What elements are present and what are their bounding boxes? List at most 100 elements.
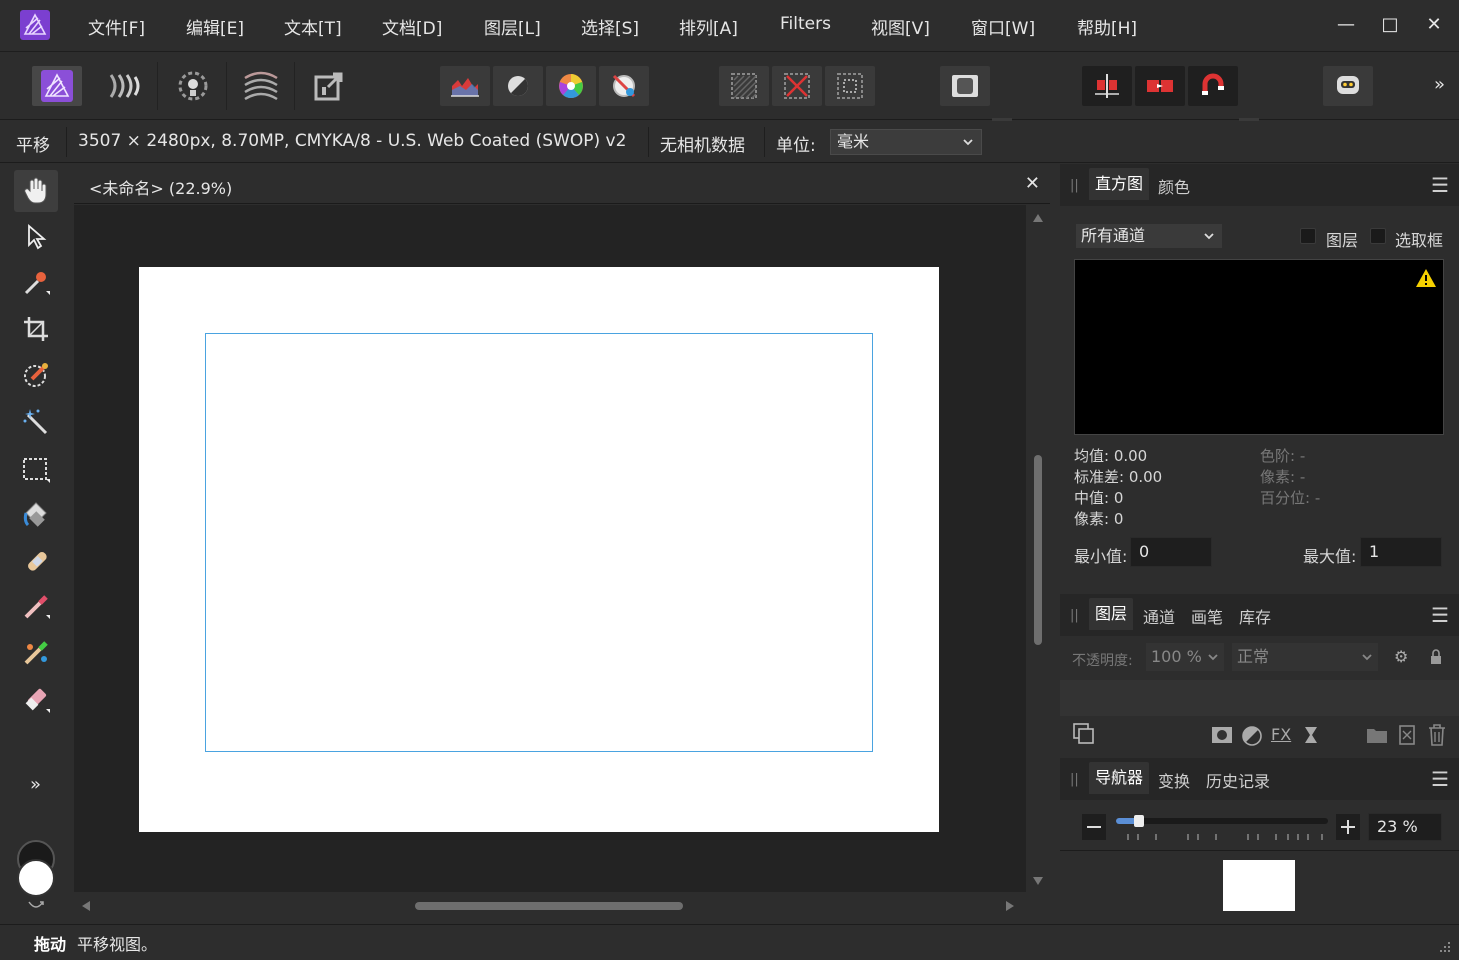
tab-channels[interactable]: 通道	[1143, 604, 1175, 628]
menu-layer[interactable]: 图层[L]	[484, 14, 541, 39]
toolbar-overflow-button[interactable]: »	[1434, 74, 1445, 95]
assistant-button[interactable]	[1323, 66, 1373, 106]
align-button[interactable]	[1082, 66, 1132, 106]
document-tab[interactable]: <未命名> (22.9%) ✕	[74, 166, 1050, 204]
canvas-area[interactable]	[74, 205, 1026, 892]
secondary-color-swatch[interactable]	[17, 859, 55, 897]
navigator-preview[interactable]	[1223, 860, 1295, 911]
close-document-button[interactable]: ✕	[1025, 173, 1040, 194]
tab-brushes[interactable]: 画笔	[1191, 604, 1223, 628]
levels-button[interactable]	[440, 66, 490, 106]
rectangular-marquee-tool[interactable]	[14, 448, 58, 490]
zoom-slider-thumb[interactable]	[1134, 815, 1144, 827]
panel-menu-icon[interactable]: ☰	[1431, 767, 1449, 791]
horizontal-scrollbar[interactable]	[74, 892, 1026, 920]
snapping-button[interactable]	[1188, 66, 1238, 106]
deselect-button[interactable]	[772, 66, 822, 106]
move-tool[interactable]	[14, 216, 58, 258]
blend-mode-select[interactable]: 正常	[1232, 643, 1378, 671]
view-tool[interactable]	[14, 170, 58, 212]
panel-menu-icon[interactable]: ☰	[1431, 603, 1449, 627]
menu-edit[interactable]: 编辑[E]	[186, 14, 244, 39]
menu-select[interactable]: 选择[S]	[581, 14, 639, 39]
marquee-checkbox[interactable]	[1370, 228, 1386, 244]
menu-text[interactable]: 文本[T]	[284, 14, 342, 39]
panel-menu-icon[interactable]: ☰	[1431, 173, 1449, 197]
tab-stock[interactable]: 库存	[1239, 604, 1271, 628]
white-balance-button[interactable]	[599, 66, 649, 106]
swap-colors-icon[interactable]	[26, 900, 46, 912]
zoom-out-button[interactable]	[1082, 814, 1106, 840]
horizontal-scroll-thumb[interactable]	[415, 902, 683, 910]
tab-layers[interactable]: 图层	[1089, 598, 1134, 630]
flood-fill-tool[interactable]	[14, 494, 58, 536]
opacity-select[interactable]: 100 %	[1146, 643, 1224, 671]
color-balance-button[interactable]	[546, 66, 596, 106]
live-filter-icon[interactable]	[1304, 726, 1318, 744]
gear-icon[interactable]: ⚙	[1394, 647, 1408, 666]
affinity-photo-logo-icon[interactable]	[20, 10, 50, 40]
menu-window[interactable]: 窗口[W]	[971, 14, 1035, 39]
more-tools-button[interactable]: »	[30, 774, 41, 795]
panel-grip-icon[interactable]: ||	[1070, 772, 1079, 787]
zoom-value-input[interactable]: 23 %	[1368, 813, 1442, 841]
layers-list[interactable]	[1060, 680, 1459, 716]
develop-persona-button[interactable]	[168, 66, 218, 106]
selection-brush-tool[interactable]	[14, 354, 58, 396]
layers-panel-header: || 图层 通道 画笔 库存 ☰	[1060, 594, 1459, 636]
export-persona-button[interactable]	[304, 66, 354, 106]
paint-brush-tool[interactable]	[14, 586, 58, 628]
layer-thumbnail-options-icon[interactable]	[1072, 722, 1096, 746]
adjustment-layer-icon[interactable]	[1241, 725, 1263, 747]
crop-tool[interactable]	[14, 308, 58, 350]
menu-view[interactable]: 视图[V]	[871, 14, 930, 39]
tab-color[interactable]: 颜色	[1158, 174, 1190, 198]
healing-brush-tool[interactable]	[14, 540, 58, 582]
quick-mask-button[interactable]	[940, 66, 990, 106]
assistant-options-button[interactable]	[1135, 66, 1185, 106]
flood-select-tool[interactable]	[14, 400, 58, 442]
zoom-slider-track[interactable]	[1116, 815, 1328, 827]
photo-persona-button[interactable]	[32, 66, 82, 106]
menu-help[interactable]: 帮助[H]	[1077, 14, 1137, 39]
erase-brush-tool[interactable]	[14, 678, 58, 720]
fx-icon[interactable]: FX	[1271, 725, 1291, 744]
resize-grip-icon[interactable]	[1437, 939, 1451, 953]
maximize-button[interactable]: □	[1375, 10, 1405, 40]
liquify-persona-button[interactable]	[100, 66, 150, 106]
invert-selection-button[interactable]	[825, 66, 875, 106]
menu-file[interactable]: 文件[F]	[88, 14, 145, 39]
minimize-button[interactable]: —	[1331, 10, 1361, 40]
tab-navigator[interactable]: 导航器	[1089, 762, 1150, 794]
trash-icon[interactable]	[1428, 724, 1446, 746]
menu-document[interactable]: 文档[D]	[382, 14, 442, 39]
tab-history[interactable]: 历史记录	[1206, 768, 1270, 792]
color-replacement-tool[interactable]	[14, 632, 58, 674]
document-page[interactable]	[139, 267, 939, 832]
menu-filters[interactable]: Filters	[780, 14, 831, 34]
menu-arrange[interactable]: 排列[A]	[679, 14, 738, 39]
auto-contrast-button[interactable]	[493, 66, 543, 106]
add-pixel-layer-icon[interactable]	[1398, 724, 1416, 746]
unit-select[interactable]: 毫米	[830, 129, 982, 155]
tab-histogram[interactable]: 直方图	[1089, 168, 1150, 200]
vertical-scroll-thumb[interactable]	[1034, 455, 1042, 645]
lock-icon[interactable]	[1430, 649, 1442, 665]
folder-icon[interactable]	[1366, 726, 1388, 744]
min-value-input[interactable]: 0	[1130, 537, 1212, 567]
status-bar: 拖动 平移视图。	[0, 924, 1459, 960]
close-window-button[interactable]: ✕	[1419, 10, 1449, 40]
document-title: <未命名> (22.9%)	[89, 179, 233, 198]
max-value-input[interactable]: 1	[1360, 537, 1442, 567]
layer-checkbox[interactable]	[1300, 228, 1316, 244]
panel-grip-icon[interactable]: ||	[1070, 178, 1079, 193]
select-all-button[interactable]	[719, 66, 769, 106]
tone-mapping-persona-button[interactable]	[236, 66, 286, 106]
mask-layer-icon[interactable]	[1211, 726, 1233, 744]
vertical-scrollbar[interactable]	[1026, 205, 1050, 892]
tab-transform[interactable]: 变换	[1158, 768, 1190, 792]
panel-grip-icon[interactable]: ||	[1070, 608, 1079, 623]
channel-select[interactable]: 所有通道	[1076, 224, 1222, 248]
zoom-in-button[interactable]	[1336, 814, 1360, 840]
color-picker-tool[interactable]	[14, 262, 58, 304]
